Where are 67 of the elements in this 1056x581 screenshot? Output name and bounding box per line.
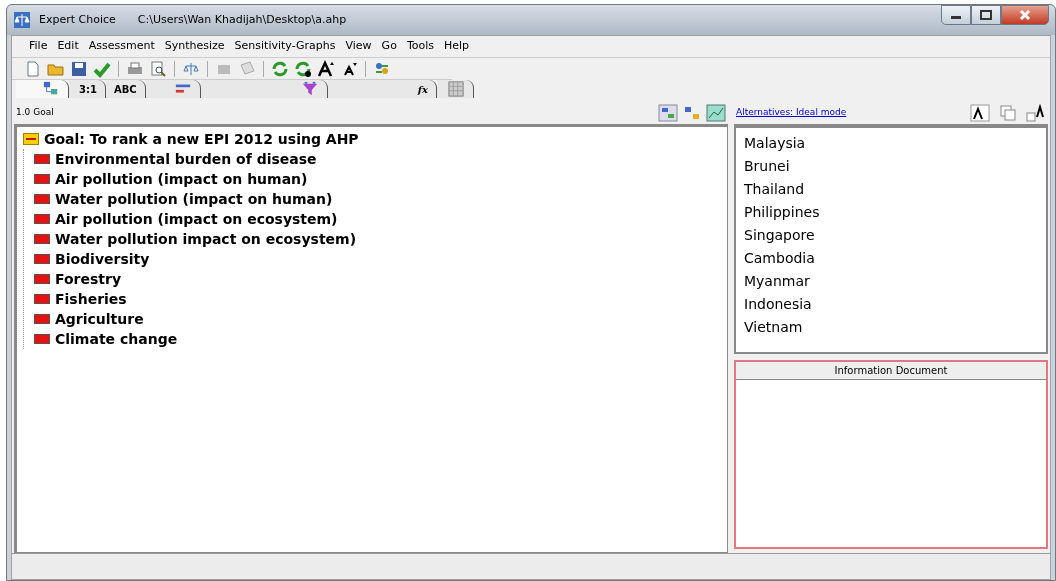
node-icon [34,253,50,265]
hierarchy-icon[interactable] [682,104,702,122]
alternative-item[interactable]: Singapore [744,224,1038,247]
node-icon [34,273,50,285]
print-preview-icon[interactable] [149,59,167,78]
node-icon [34,213,50,225]
close-button[interactable] [1001,5,1049,25]
tab[interactable]: fx [327,80,437,98]
tab[interactable] [200,80,328,98]
tree-view-icon[interactable] [658,104,678,122]
node-icon [34,173,50,185]
node-icon [34,293,50,305]
tree-node[interactable]: Forestry [34,269,727,289]
alternative-item[interactable]: Indonesia [744,293,1038,316]
menu-item[interactable]: File [24,38,53,55]
alternative-item[interactable]: Vietnam [744,316,1038,339]
alternative-item[interactable]: Thailand [744,178,1038,201]
tree-node[interactable]: Biodiversity [34,249,727,269]
alternative-item[interactable]: Myanmar [744,270,1038,293]
tab[interactable] [436,80,474,98]
node-icon [34,333,50,345]
maximize-button[interactable] [971,5,1001,25]
menu-item[interactable]: View [340,38,377,55]
menu-item[interactable]: Synthesize [159,38,230,55]
close-icon [1019,9,1031,21]
menu-item[interactable]: Go [376,38,402,55]
maximize-icon [980,10,992,20]
tree-node[interactable]: Water pollution impact on ecosystem) [34,229,727,249]
tree-node[interactable]: Environmental burden of disease [34,149,727,169]
alternative-item[interactable]: Philippines [744,201,1038,224]
minimize-button[interactable] [941,5,971,25]
alternative-item[interactable]: Brunei [744,155,1038,178]
add-alternative-icon[interactable] [1026,104,1046,122]
tab[interactable] [145,80,201,98]
menu-item[interactable]: Assessment [83,38,160,55]
tab[interactable]: 3:1 [69,80,106,98]
tree-node[interactable]: Air pollution (impact on ecosystem) [34,209,727,229]
tree-node[interactable]: Goal: To rank a new EPI 2012 using AHP [23,129,727,149]
node-icon [34,153,50,165]
menu-item[interactable]: Help [439,38,475,55]
tree-node[interactable]: Agriculture [34,309,727,329]
tree-node[interactable]: Climate change [34,329,727,349]
menu-item[interactable]: Tools [401,38,439,55]
save-icon[interactable] [70,59,88,78]
file-path: C:\Users\Wan Khadijah\Desktop\a.ahp [137,11,347,28]
refresh-icon[interactable] [294,59,312,78]
node-icon [34,313,50,325]
tab[interactable] [16,80,69,98]
edit-font-icon[interactable] [970,104,990,122]
chart-icon[interactable] [706,104,726,122]
alternative-item[interactable]: Cambodia [744,247,1038,270]
window-title: Expert Choice [39,11,116,28]
tab[interactable]: ABC [105,80,146,98]
alternative-item[interactable]: Malaysia [744,132,1038,155]
alternatives-mode-link[interactable]: Alternatives: Ideal mode [736,106,847,120]
copy-icon[interactable] [998,104,1018,122]
font-larger-icon[interactable] [317,59,335,78]
menu-item[interactable]: Sensitivity-Graphs [229,38,341,55]
node-icon [34,193,50,205]
tree-node[interactable]: Air pollution (impact on human) [34,169,727,189]
tree-node[interactable]: Fisheries [34,289,727,309]
node-icon [34,233,50,245]
tree-view-icon [42,81,60,97]
scales-icon [13,11,31,29]
pane-header: 1.0 Goal [16,106,54,120]
tree-node[interactable]: Water pollution (impact on human) [34,189,727,209]
menu-item[interactable]: Edit [52,38,84,55]
